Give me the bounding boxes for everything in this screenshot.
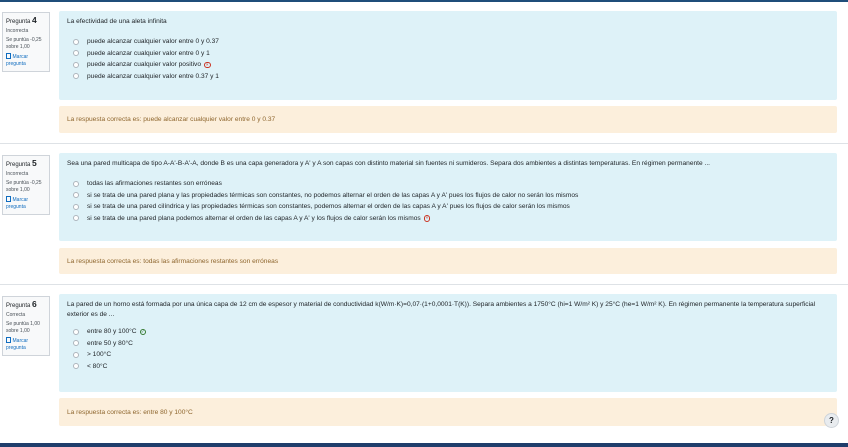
flag-question-button[interactable]: Marcar pregunta — [6, 337, 46, 351]
flag-question-button[interactable]: Marcar pregunta — [6, 53, 46, 67]
flag-icon — [6, 337, 11, 344]
radio-button[interactable] — [73, 192, 79, 199]
answer-option[interactable]: entre 80 y 100°C ✓ — [73, 326, 829, 338]
question-state: Correcta — [6, 312, 26, 318]
answer-option[interactable]: todas las afirmaciones restantes son err… — [73, 178, 829, 190]
answer-label: si se trata de una pared plana podemos a… — [87, 214, 421, 222]
answer-list: puede alcanzar cualquier valor entre 0 y… — [67, 36, 829, 82]
answer-label: puede alcanzar cualquier valor entre 0 y… — [87, 38, 219, 45]
correct-icon: ✓ — [139, 328, 147, 335]
correct-answer-text: La respuesta correcta es: puede alcanzar… — [67, 116, 276, 123]
answer-option[interactable]: puede alcanzar cualquier valor positivo × — [73, 59, 829, 71]
question-grade: Se puntúa -0,25 sobre 1,00 — [6, 37, 42, 50]
question-label: Pregunta — [6, 303, 31, 309]
flag-question-button[interactable]: Marcar pregunta — [6, 196, 46, 210]
answer-option[interactable]: > 100°C — [73, 349, 829, 361]
answer-label: si se trata de una pared cilíndrica y la… — [87, 203, 570, 210]
radio-button[interactable] — [73, 363, 79, 370]
question-4-info: Pregunta 4 Incorrecta Se puntúa -0,25 so… — [2, 12, 50, 73]
answer-label: entre 50 y 80°C — [87, 339, 133, 347]
radio-button[interactable] — [73, 50, 79, 57]
help-button[interactable]: ? — [824, 413, 839, 428]
question-6-content: La pared de un horno está formada por un… — [59, 294, 837, 392]
correct-answer-text: La respuesta correcta es: entre 80 y 100… — [67, 408, 193, 416]
radio-button[interactable] — [73, 340, 79, 347]
question-5-feedback: La respuesta correcta es: todas las afir… — [59, 248, 837, 274]
divider — [0, 143, 848, 144]
answer-label: entre 80 y 100°C — [87, 328, 137, 335]
incorrect-icon: × — [423, 215, 431, 222]
question-state: Incorrecta — [6, 171, 29, 177]
answer-option[interactable]: puede alcanzar cualquier valor entre 0 y… — [73, 48, 829, 60]
question-5-info: Pregunta 5 Incorrecta Se puntúa -0,25 so… — [2, 155, 50, 216]
question-6-feedback: La respuesta correcta es: entre 80 y 100… — [59, 398, 837, 426]
answer-option[interactable]: entre 50 y 80°C — [73, 338, 829, 350]
answer-label: puede alcanzar cualquier valor positivo — [87, 61, 201, 68]
radio-button[interactable] — [73, 351, 79, 358]
answer-option[interactable]: < 80°C — [73, 361, 829, 373]
question-number: 6 — [32, 299, 37, 309]
answer-option[interactable]: si se trata de una pared plana podemos a… — [73, 213, 829, 225]
answer-label: si se trata de una pared plana y las pro… — [87, 191, 579, 199]
question-number: 4 — [32, 15, 37, 25]
correct-answer-text: La respuesta correcta es: todas las afir… — [67, 257, 279, 265]
radio-button[interactable] — [73, 328, 79, 335]
answer-option[interactable]: puede alcanzar cualquier valor entre 0 y… — [73, 36, 829, 48]
flag-icon — [6, 196, 11, 203]
question-text: La efectividad de una aleta infinita — [67, 18, 167, 25]
radio-button[interactable] — [73, 73, 79, 80]
question-6-info: Pregunta 6 Correcta Se puntúa 1,00 sobre… — [2, 296, 50, 357]
flag-icon — [6, 53, 11, 60]
answer-label: < 80°C — [87, 362, 108, 370]
footer-bar — [0, 443, 848, 447]
radio-button[interactable] — [73, 203, 79, 210]
question-4-content: La efectividad de una aleta infinita pue… — [59, 11, 837, 100]
question-text: La pared de un horno está formada por un… — [67, 301, 816, 318]
answer-list: todas las afirmaciones restantes son err… — [67, 178, 829, 224]
question-label: Pregunta — [6, 162, 31, 168]
answer-label: puede alcanzar cualquier valor entre 0.3… — [87, 72, 219, 80]
question-grade: Se puntúa -0,25 sobre 1,00 — [6, 180, 42, 193]
answer-label: todas las afirmaciones restantes son err… — [87, 180, 222, 187]
answer-list: entre 80 y 100°C ✓ entre 50 y 80°C > 100°… — [67, 326, 829, 372]
radio-button[interactable] — [73, 215, 79, 222]
radio-button[interactable] — [73, 38, 79, 45]
question-number: 5 — [32, 158, 37, 168]
answer-option[interactable]: si se trata de una pared cilíndrica y la… — [73, 201, 829, 213]
answer-option[interactable]: si se trata de una pared plana y las pro… — [73, 190, 829, 202]
answer-option[interactable]: puede alcanzar cualquier valor entre 0.3… — [73, 71, 829, 83]
divider — [0, 284, 848, 285]
question-grade: Se puntúa 1,00 sobre 1,00 — [6, 321, 40, 334]
question-state: Incorrecta — [6, 28, 29, 34]
answer-label: puede alcanzar cualquier valor entre 0 y… — [87, 49, 210, 57]
answer-label: > 100°C — [87, 351, 112, 358]
question-text: Sea una pared multicapa de tipo A-A'-B-A… — [67, 160, 711, 167]
question-label: Pregunta — [6, 19, 31, 25]
radio-button[interactable] — [73, 61, 79, 68]
question-4-feedback: La respuesta correcta es: puede alcanzar… — [59, 106, 837, 133]
top-bar — [0, 0, 848, 2]
question-5-content: Sea una pared multicapa de tipo A-A'-B-A… — [59, 153, 837, 241]
radio-button[interactable] — [73, 180, 79, 187]
incorrect-icon: × — [204, 61, 211, 68]
